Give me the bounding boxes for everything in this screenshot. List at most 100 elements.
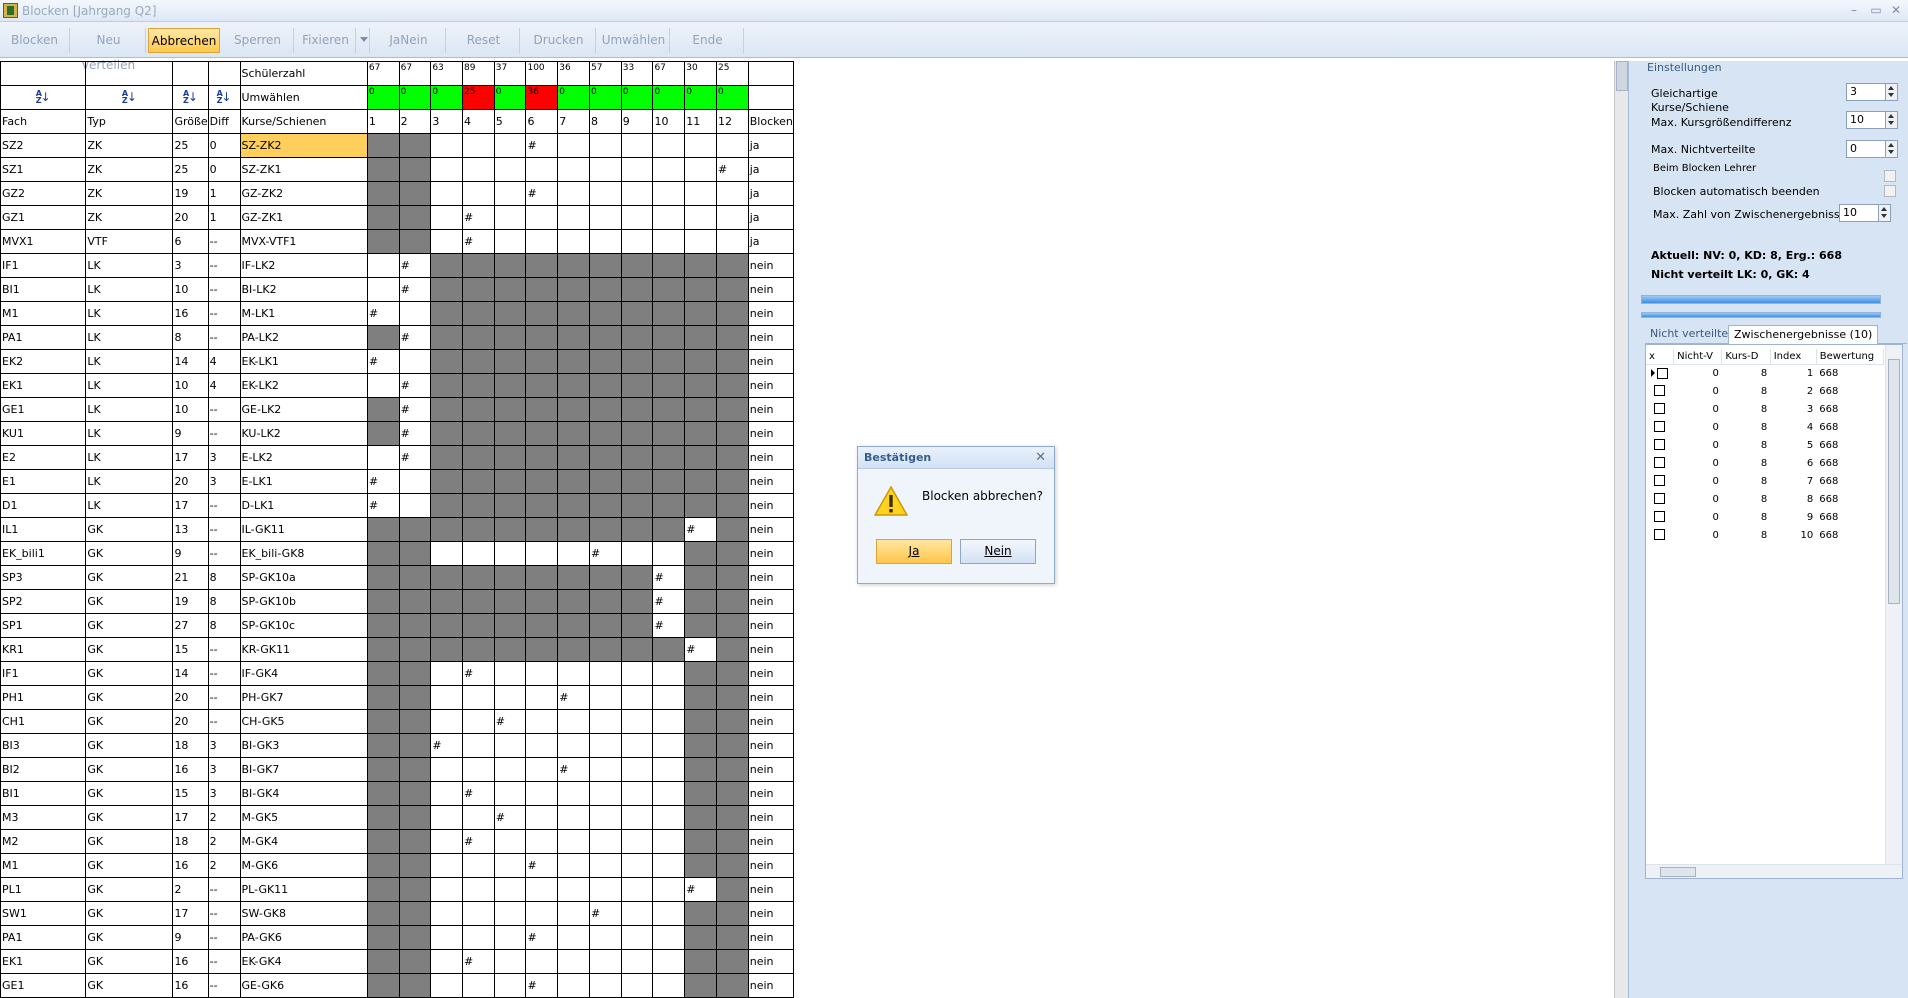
schiene-cell[interactable] (589, 637, 622, 662)
neu-verteilen-button[interactable]: Neu verteilen (72, 28, 146, 72)
kurs-cell[interactable]: BI-GK4 (239, 781, 368, 806)
table-row[interactable]: MVX1 VTF 6 -- MVX-VTF1 # ja (0, 229, 794, 254)
schiene-cell[interactable] (557, 373, 591, 398)
schiene-cell[interactable] (525, 613, 559, 638)
schiene-cell[interactable] (493, 661, 527, 686)
blocken-cell[interactable]: ja (747, 157, 794, 182)
groesse-cell[interactable]: 6 (172, 229, 209, 254)
schiene-cell[interactable] (652, 517, 686, 542)
result-checkbox[interactable] (1654, 385, 1666, 397)
scrollbar-thumb[interactable] (1888, 359, 1900, 604)
schiene-cell[interactable] (557, 973, 591, 998)
schiene-cell[interactable] (525, 205, 559, 230)
schiene-cell[interactable] (557, 565, 591, 590)
schiene-cell[interactable] (366, 421, 400, 446)
yes-button[interactable]: Ja (876, 539, 952, 564)
schiene-cell[interactable] (557, 229, 591, 254)
result-select-cell[interactable] (1646, 364, 1674, 382)
schiene-cell[interactable] (462, 613, 495, 638)
schiene-cell[interactable] (715, 901, 749, 926)
kurs-cell[interactable]: EK-LK1 (239, 349, 368, 374)
kurs-cell[interactable]: EK-GK4 (239, 949, 368, 974)
schiene-cell[interactable] (398, 733, 432, 758)
result-select-cell[interactable] (1646, 436, 1674, 454)
schiene-cell[interactable] (652, 637, 686, 662)
schiene-cell[interactable] (430, 949, 464, 974)
schiene-cell[interactable] (462, 469, 495, 494)
table-row[interactable]: M2 GK 18 2 M-GK4 # nein (0, 829, 794, 854)
result-checkbox[interactable] (1654, 439, 1666, 451)
result-select-cell[interactable] (1646, 400, 1674, 418)
schiene-cell[interactable] (652, 781, 686, 806)
schiene-cell[interactable] (430, 229, 464, 254)
schiene-cell[interactable] (620, 829, 654, 854)
typ-cell[interactable]: LK (85, 325, 174, 350)
schiene-cell[interactable] (493, 277, 527, 302)
schiene-cell[interactable] (525, 901, 559, 926)
lehrer-checkbox[interactable] (1884, 170, 1896, 182)
schiene-cell[interactable] (366, 637, 400, 662)
diff-cell[interactable]: -- (207, 973, 241, 998)
table-row[interactable]: SZ2 ZK 25 0 SZ-ZK2 # ja (0, 133, 794, 158)
diff-cell[interactable]: -- (207, 685, 241, 710)
schiene-cell[interactable] (652, 397, 686, 422)
schiene-cell[interactable] (589, 277, 622, 302)
column-header[interactable]: 10 (652, 109, 686, 134)
results-column-header[interactable]: Nicht-V (1673, 349, 1723, 365)
schiene-cell[interactable] (589, 565, 622, 590)
diff-cell[interactable]: -- (207, 541, 241, 566)
diff-cell[interactable]: 8 (207, 565, 241, 590)
schiene-cell[interactable] (715, 781, 749, 806)
result-select-cell[interactable] (1646, 508, 1674, 526)
sort-diff-icon[interactable]: A Z ↓ (217, 89, 233, 106)
schiene-cell[interactable] (366, 325, 400, 350)
schiene-cell[interactable] (398, 901, 432, 926)
schiene-cell[interactable]: # (366, 469, 400, 494)
schiene-cell[interactable] (366, 229, 400, 254)
schiene-cell[interactable] (652, 349, 686, 374)
schiene-cell[interactable] (589, 181, 622, 206)
schiene-cell[interactable] (493, 637, 527, 662)
fach-cell[interactable]: M3 (0, 805, 87, 830)
kurs-cell[interactable]: SZ-ZK1 (239, 157, 368, 182)
schiene-cell[interactable] (620, 925, 654, 950)
blocken-cell[interactable]: nein (747, 541, 794, 566)
column-header[interactable]: 1 (366, 109, 400, 134)
schiene-cell[interactable] (493, 133, 527, 158)
schiene-cell[interactable] (715, 733, 749, 758)
schiene-cell[interactable] (462, 973, 495, 998)
kurs-cell[interactable]: SP-GK10b (239, 589, 368, 614)
typ-cell[interactable]: GK (85, 757, 174, 782)
groesse-cell[interactable]: 15 (172, 781, 209, 806)
schiene-cell[interactable] (557, 493, 591, 518)
fach-cell[interactable]: EK1 (0, 373, 87, 398)
schiene-cell[interactable] (366, 805, 400, 830)
schiene-cell[interactable] (715, 949, 749, 974)
schiene-cell[interactable] (366, 829, 400, 854)
fach-cell[interactable]: IL1 (0, 517, 87, 542)
schiene-cell[interactable] (589, 493, 622, 518)
groesse-cell[interactable]: 8 (172, 325, 209, 350)
schiene-cell[interactable] (366, 925, 400, 950)
schiene-cell[interactable] (684, 325, 717, 350)
groesse-cell[interactable]: 13 (172, 517, 209, 542)
schiene-cell[interactable] (493, 229, 527, 254)
table-row[interactable]: BI1 GK 15 3 BI-GK4 # nein (0, 781, 794, 806)
groesse-cell[interactable]: 16 (172, 757, 209, 782)
schiene-cell[interactable] (398, 781, 432, 806)
schiene-cell[interactable] (398, 469, 432, 494)
kurs-cell[interactable]: BI-GK3 (239, 733, 368, 758)
drucken-button[interactable]: Drucken (522, 28, 596, 53)
schiene-cell[interactable] (525, 637, 559, 662)
schiene-cell[interactable] (684, 805, 717, 830)
blocken-cell[interactable]: nein (747, 493, 794, 518)
diff-cell[interactable]: -- (207, 901, 241, 926)
column-header[interactable]: Fach (0, 109, 87, 134)
schiene-cell[interactable]: # (652, 589, 686, 614)
schiene-cell[interactable] (462, 901, 495, 926)
table-row[interactable]: PA1 GK 9 -- PA-GK6 # nein (0, 925, 794, 950)
diff-cell[interactable]: -- (207, 325, 241, 350)
kurs-cell[interactable]: PA-GK6 (239, 925, 368, 950)
fach-cell[interactable]: SW1 (0, 901, 87, 926)
schiene-cell[interactable] (557, 613, 591, 638)
